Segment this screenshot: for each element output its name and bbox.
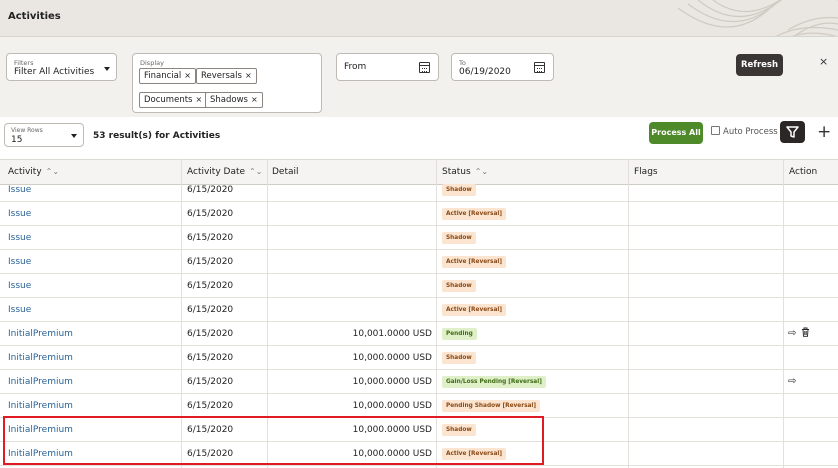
status-badge: Active [Reversal] xyxy=(442,256,507,268)
table-row: InitialPremium 6/15/2020 10,000.0000 USD Pe… xyxy=(0,394,838,418)
chevron-down-icon xyxy=(104,67,110,71)
funnel-icon xyxy=(786,126,799,138)
filters-value: Filter All Activities xyxy=(14,67,95,77)
process-arrow-icon[interactable]: ⇨ xyxy=(788,322,796,346)
view-rows-label: View Rows xyxy=(11,127,43,134)
activity-link[interactable]: InitialPremium xyxy=(8,370,73,394)
activity-date: 6/15/2020 xyxy=(187,233,234,243)
status-badge: Pending xyxy=(442,328,477,340)
add-button[interactable]: + xyxy=(817,122,831,142)
view-rows-value: 15 xyxy=(11,135,23,145)
column-header-status[interactable]: Status ⌃⌄ xyxy=(442,167,488,177)
detail-amount: 10,000.0000 USD xyxy=(352,377,432,387)
activity-link[interactable]: Issue xyxy=(8,178,31,202)
remove-chip-icon[interactable]: × xyxy=(245,71,252,80)
highlight-box xyxy=(3,416,544,465)
column-header-flags: Flags xyxy=(634,167,658,177)
filter-button[interactable] xyxy=(780,121,805,143)
activity-link[interactable]: Issue xyxy=(8,298,31,322)
status-badge: Active [Reversal] xyxy=(442,208,507,220)
table-row: Issue 6/15/2020 Active [Reversal] xyxy=(0,250,838,274)
display-chip-documents[interactable]: Documents × xyxy=(139,92,208,108)
activity-link[interactable]: Issue xyxy=(8,250,31,274)
delete-trash-icon[interactable] xyxy=(801,322,810,346)
header-decoration-pattern xyxy=(677,0,838,36)
column-divider xyxy=(783,159,784,468)
status-badge: Shadow xyxy=(442,352,476,364)
to-date-value: 06/19/2020 xyxy=(459,67,511,77)
filters-label: Filters xyxy=(14,59,34,67)
close-icon[interactable]: × xyxy=(819,55,828,68)
activity-date: 6/15/2020 xyxy=(187,305,234,315)
activity-date: 6/15/2020 xyxy=(187,329,234,339)
process-arrow-icon[interactable]: ⇨ xyxy=(788,370,796,394)
display-chip-financial[interactable]: Financial × xyxy=(139,68,196,84)
from-label: From xyxy=(344,62,367,72)
chevron-down-icon xyxy=(71,134,77,138)
activity-date: 6/15/2020 xyxy=(187,209,234,219)
view-rows-select[interactable]: View Rows 15 xyxy=(4,123,84,147)
to-label: To xyxy=(459,59,466,67)
activity-date: 6/15/2020 xyxy=(187,185,234,195)
activity-link[interactable]: InitialPremium xyxy=(8,346,73,370)
display-chip-reversals[interactable]: Reversals × xyxy=(196,68,257,84)
display-multiselect[interactable]: Display Financial × Reversals × Documents ×… xyxy=(132,53,322,113)
column-header-activity-date[interactable]: Activity Date ⌃⌄ xyxy=(187,167,262,177)
table-header: Activity ⌃⌄ Activity Date ⌃⌄ Detail Status… xyxy=(0,159,838,185)
result-count: 53 result(s) for Activities xyxy=(93,131,221,141)
table-row: InitialPremium 6/15/2020 10,000.0000 USD Sh… xyxy=(0,346,838,370)
calendar-icon[interactable] xyxy=(419,62,430,73)
sort-icon[interactable]: ⌃⌄ xyxy=(46,167,59,176)
status-badge: Gain/Loss Pending [Reversal] xyxy=(442,376,546,388)
sort-icon[interactable]: ⌃⌄ xyxy=(475,167,488,176)
activity-link[interactable]: InitialPremium xyxy=(8,322,73,346)
status-badge: Shadow xyxy=(442,280,476,292)
column-header-detail: Detail xyxy=(272,167,299,177)
filter-panel: Filters Filter All Activities Display Fi… xyxy=(0,37,838,117)
filters-dropdown[interactable]: Filters Filter All Activities xyxy=(6,53,117,81)
remove-chip-icon[interactable]: × xyxy=(251,95,258,104)
detail-amount: 10,000.0000 USD xyxy=(352,353,432,363)
activity-date: 6/15/2020 xyxy=(187,377,234,387)
detail-amount: 10,000.0000 USD xyxy=(352,401,432,411)
column-header-activity[interactable]: Activity ⌃⌄ xyxy=(8,167,59,177)
status-badge: Active [Reversal] xyxy=(442,304,507,316)
table-row: Issue 6/15/2020 Shadow xyxy=(0,226,838,250)
auto-process-checkbox[interactable]: Auto Process xyxy=(711,126,778,137)
status-badge: Shadow xyxy=(442,232,476,244)
activity-link[interactable]: Issue xyxy=(8,226,31,250)
activity-date: 6/15/2020 xyxy=(187,353,234,363)
activity-date: 6/15/2020 xyxy=(187,401,234,411)
from-date-field[interactable]: From xyxy=(336,53,439,81)
activity-link[interactable]: Issue xyxy=(8,202,31,226)
sort-icon[interactable]: ⌃⌄ xyxy=(249,167,262,176)
to-date-field[interactable]: To 06/19/2020 xyxy=(451,53,554,81)
table-row: Issue 6/15/2020 Active [Reversal] xyxy=(0,298,838,322)
remove-chip-icon[interactable]: × xyxy=(195,95,202,104)
table-row: Issue 6/15/2020 Active [Reversal] xyxy=(0,202,838,226)
remove-chip-icon[interactable]: × xyxy=(184,71,191,80)
status-badge: Pending Shadow [Reversal] xyxy=(442,400,541,412)
column-header-action: Action xyxy=(789,167,818,177)
display-chip-shadows[interactable]: Shadows × xyxy=(205,92,263,108)
page-header: Activities xyxy=(0,0,838,37)
calendar-icon[interactable] xyxy=(534,62,545,73)
column-divider xyxy=(628,159,629,468)
detail-amount: 10,001.0000 USD xyxy=(352,329,432,339)
process-all-button[interactable]: Process All xyxy=(649,122,703,144)
table-row: InitialPremium 6/15/2020 10,000.0000 USD Ga… xyxy=(0,370,838,394)
page-title: Activities xyxy=(8,11,61,22)
table-row: Issue 6/15/2020 Shadow xyxy=(0,274,838,298)
activity-link[interactable]: Issue xyxy=(8,274,31,298)
table-row: InitialPremium 6/15/2020 10,001.0000 USD Pe… xyxy=(0,322,838,346)
activity-link[interactable]: InitialPremium xyxy=(8,394,73,418)
refresh-button[interactable]: Refresh xyxy=(736,54,783,76)
table-row: Issue 6/15/2020 Shadow xyxy=(0,184,838,202)
activity-date: 6/15/2020 xyxy=(187,257,234,267)
status-badge: Shadow xyxy=(442,184,476,196)
checkbox-icon[interactable] xyxy=(711,126,720,135)
display-label: Display xyxy=(140,59,164,67)
activity-date: 6/15/2020 xyxy=(187,281,234,291)
